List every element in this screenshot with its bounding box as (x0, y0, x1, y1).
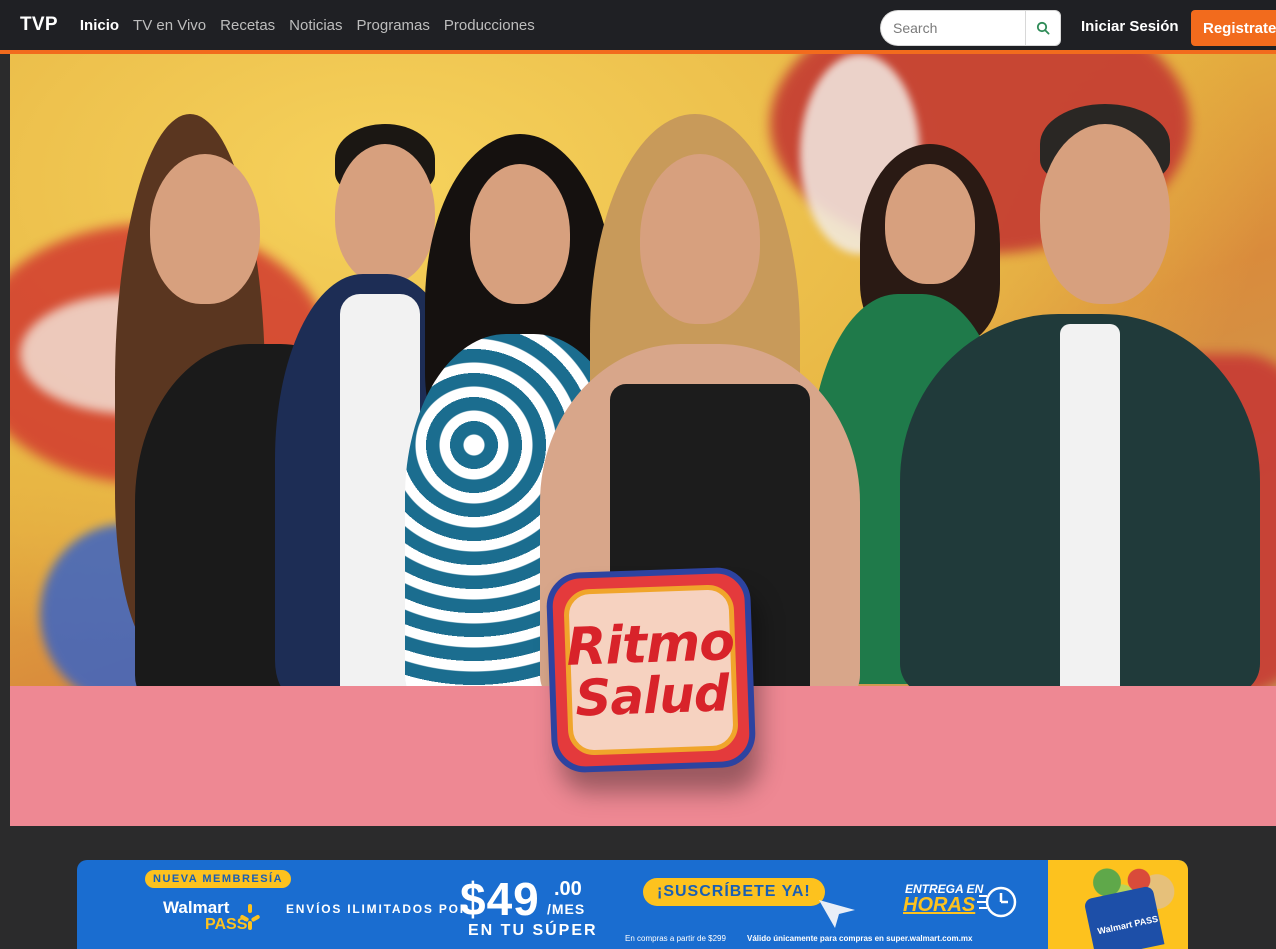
show-logo[interactable]: Ritmo Salud (545, 566, 757, 774)
nav-link-tv-en-vivo[interactable]: TV en Vivo (133, 17, 206, 34)
login-link[interactable]: Iniciar Sesión (1081, 18, 1179, 35)
site-brand[interactable]: TVP (20, 14, 58, 36)
search-button[interactable] (1025, 10, 1061, 46)
nav-link-inicio[interactable]: Inicio (80, 17, 119, 34)
search-icon (1036, 21, 1050, 35)
ad-fine-print-2: Válido únicamente para compras en super.… (747, 934, 973, 943)
nav-link-producciones[interactable]: Producciones (444, 17, 535, 34)
nav-links: Inicio TV en Vivo Recetas Noticias Progr… (80, 17, 549, 34)
show-logo-inner: Ritmo Salud (563, 584, 739, 756)
spark-icon (240, 904, 260, 930)
ad-price: $49 (460, 873, 540, 925)
ad-location: EN TU SÚPER (468, 922, 598, 939)
host-portrait (900, 104, 1260, 686)
nav-link-programas[interactable]: Programas (357, 17, 430, 34)
top-navbar: TVP Inicio TV en Vivo Recetas Noticias P… (0, 0, 1276, 54)
ad-price-period: /MES (547, 901, 586, 917)
nav-link-noticias[interactable]: Noticias (289, 17, 342, 34)
ad-price-cents: .00 (554, 878, 582, 900)
ad-fine-print: En compras a partir de $299 (625, 934, 726, 943)
walmart-pass-ad-banner[interactable]: NUEVA MEMBRESÍA Walmart PASS ENVÍOS ILIM… (77, 860, 1188, 949)
search-form (880, 10, 1061, 46)
search-input[interactable] (880, 10, 1025, 46)
show-logo-line2: Salud (574, 664, 730, 728)
cursor-arrow-icon (819, 900, 855, 928)
ad-tag: NUEVA MEMBRESÍA (145, 870, 292, 888)
ad-cta-button[interactable]: ¡SUSCRÍBETE YA! (643, 878, 825, 906)
nav-link-recetas[interactable]: Recetas (220, 17, 275, 34)
stopwatch-icon (977, 886, 1017, 918)
ad-delivery-line2: HORAS (903, 894, 976, 916)
ad-envios: ENVÍOS ILIMITADOS POR (286, 902, 471, 916)
register-button[interactable]: Registrate (1191, 10, 1276, 46)
ad-brand: Walmart (163, 898, 230, 917)
